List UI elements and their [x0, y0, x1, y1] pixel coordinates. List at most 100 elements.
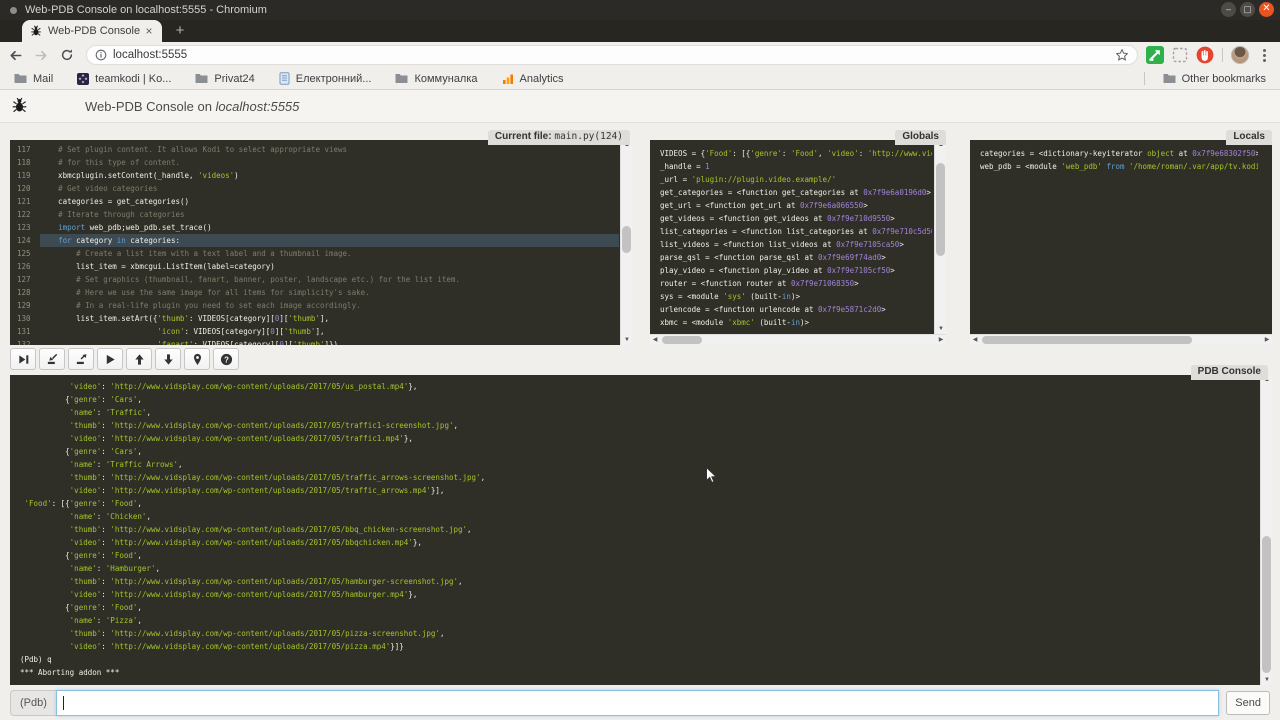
- url-text[interactable]: localhost:5555: [113, 49, 1115, 61]
- code-line: 122 # Iterate through categories: [10, 208, 619, 221]
- tab-close-icon[interactable]: ×: [142, 24, 156, 38]
- globals-vertical-scrollbar[interactable]: ▲ ▼: [934, 140, 946, 334]
- screen: Web-PDB Console on localhost:5555 - Chro…: [0, 0, 1280, 720]
- code-line: 118 # for this type of content.: [10, 156, 619, 169]
- console-line: 'thumb': 'http://www.vidsplay.com/wp-con…: [20, 419, 1256, 432]
- console-line: 'thumb': 'http://www.vidsplay.com/wp-con…: [20, 575, 1256, 588]
- address-bar[interactable]: localhost:5555: [86, 45, 1138, 65]
- reload-icon[interactable]: [56, 44, 78, 66]
- up-button[interactable]: [126, 348, 152, 370]
- pdb-prompt-label: (Pdb): [10, 690, 56, 716]
- bookmark-label: teamkodi | Ko...: [95, 73, 171, 85]
- console-line: 'thumb': 'http://www.vidsplay.com/wp-con…: [20, 471, 1256, 484]
- folder-icon: [195, 73, 208, 84]
- code-line: 127 # Set graphics (thumbnail, fanart, b…: [10, 273, 619, 286]
- close-button[interactable]: ✕: [1259, 2, 1274, 17]
- console-line: 'name': 'Traffic',: [20, 406, 1256, 419]
- current-file-panel: 117 # Set plugin content. It allows Kodi…: [10, 140, 632, 345]
- variable-line: parse_qsl = <function parse_qsl at 0x7f9…: [660, 251, 932, 264]
- debugger-toolbar: ?: [10, 348, 239, 370]
- folder-icon: [14, 73, 27, 84]
- code-line: 128 # Here we use the same image for all…: [10, 286, 619, 299]
- toolbar-divider: [1222, 48, 1223, 62]
- bookmark-item[interactable]: Електронний...: [279, 72, 372, 85]
- globals-horizontal-scrollbar[interactable]: ◀ ▶: [650, 334, 946, 345]
- folder-icon: [1163, 73, 1176, 84]
- console-line: {'genre': 'Food',: [20, 549, 1256, 562]
- help-button[interactable]: ?: [213, 348, 239, 370]
- current-file-chip: Current file: main.py(124): [488, 130, 630, 145]
- tab-favicon-bug-icon: [30, 25, 42, 37]
- page-title: Web-PDB Console on localhost:5555: [85, 99, 299, 114]
- variable-line: _handle = 1: [660, 160, 932, 173]
- profile-avatar[interactable]: [1231, 46, 1249, 64]
- folder-icon: [395, 73, 408, 84]
- down-button[interactable]: [155, 348, 181, 370]
- bookmark-item[interactable]: Analytics: [502, 73, 564, 85]
- code-line: 130 list_item.setArt({'thumb': VIDEOS[ca…: [10, 312, 619, 325]
- arrow-down-icon: [162, 353, 175, 366]
- command-input[interactable]: [56, 690, 1219, 716]
- locals-variables: categories = <dictionary-keyiterator obj…: [980, 147, 1258, 333]
- extension-red-hand-icon[interactable]: [1196, 46, 1214, 64]
- browser-tab[interactable]: Web-PDB Console on loca ×: [22, 20, 162, 42]
- console-line: 'name': 'Hamburger',: [20, 562, 1256, 575]
- step-into-icon: [46, 353, 59, 366]
- kodi-icon: [77, 73, 89, 85]
- console-line: 'Food': [{'genre': 'Food',: [20, 497, 1256, 510]
- bookmark-label: Privat24: [214, 73, 254, 85]
- console-line: 'video': 'http://www.vidsplay.com/wp-con…: [20, 380, 1256, 393]
- variable-line: xbmc = <module 'xbmc' (built-in)>: [660, 316, 932, 329]
- send-button[interactable]: Send: [1226, 691, 1270, 715]
- other-bookmarks-button[interactable]: Other bookmarks: [1163, 73, 1266, 85]
- return-button[interactable]: [68, 348, 94, 370]
- minimize-button[interactable]: –: [1221, 2, 1236, 17]
- bookmark-item[interactable]: teamkodi | Ko...: [77, 73, 171, 85]
- new-tab-button[interactable]: +: [170, 22, 190, 40]
- bookmark-item[interactable]: Privat24: [195, 73, 254, 85]
- browser-toolbar: localhost:5555: [0, 42, 1280, 68]
- console-line: *** Aborting addon ***: [20, 666, 1256, 679]
- source-code: 117 # Set plugin content. It allows Kodi…: [10, 143, 619, 345]
- step-next-icon: [17, 353, 30, 366]
- code-vertical-scrollbar[interactable]: ▲ ▼: [620, 140, 632, 345]
- next-button[interactable]: [10, 348, 36, 370]
- console-line: 'thumb': 'http://www.vidsplay.com/wp-con…: [20, 523, 1256, 536]
- console-line: 'name': 'Chicken',: [20, 510, 1256, 523]
- variable-line: get_url = <function get_url at 0x7f9e6a0…: [660, 199, 932, 212]
- continue-icon: [104, 353, 117, 366]
- console-line: {'genre': 'Cars',: [20, 445, 1256, 458]
- continue-button[interactable]: [97, 348, 123, 370]
- back-icon[interactable]: [4, 44, 26, 66]
- console-line: 'video': 'http://www.vidsplay.com/wp-con…: [20, 536, 1256, 549]
- bookmarks-divider: [1144, 72, 1145, 85]
- variable-line: list_videos = <function list_videos at 0…: [660, 238, 932, 251]
- where-button[interactable]: [184, 348, 210, 370]
- bookmark-star-icon[interactable]: [1115, 48, 1129, 62]
- tab-title: Web-PDB Console on loca: [48, 25, 142, 37]
- locals-horizontal-scrollbar[interactable]: ◀ ▶: [970, 334, 1272, 345]
- console-line: 'video': 'http://www.vidsplay.com/wp-con…: [20, 640, 1256, 653]
- browser-menu-icon[interactable]: [1257, 49, 1272, 62]
- bookmark-item[interactable]: Коммуналка: [395, 73, 477, 85]
- console-line: {'genre': 'Cars',: [20, 393, 1256, 406]
- console-line: (Pdb) q: [20, 653, 1256, 666]
- bookmark-item[interactable]: Mail: [14, 73, 53, 85]
- globals-panel: VIDEOS = {'Food': [{'genre': 'Food', 'vi…: [650, 140, 946, 345]
- extension-placeholder-icon[interactable]: [1172, 47, 1188, 63]
- code-line: 131 'icon': VIDEOS[category][0]['thumb']…: [10, 325, 619, 338]
- extension-green-arrow-icon[interactable]: [1146, 46, 1164, 64]
- code-line: 126 list_item = xbmcgui.ListItem(label=c…: [10, 260, 619, 273]
- bookmark-label: Analytics: [520, 73, 564, 85]
- console-line: 'thumb': 'http://www.vidsplay.com/wp-con…: [20, 627, 1256, 640]
- variable-line: get_categories = <function get_categorie…: [660, 186, 932, 199]
- variable-line: play_video = <function play_video at 0x7…: [660, 264, 932, 277]
- site-info-icon[interactable]: [95, 49, 107, 61]
- code-line: 121 categories = get_categories(): [10, 195, 619, 208]
- step-button[interactable]: [39, 348, 65, 370]
- variable-line: _url = 'plugin://plugin.video.example/': [660, 173, 932, 186]
- variable-line: sys = <module 'sys' (built-in)>: [660, 290, 932, 303]
- console-vertical-scrollbar[interactable]: ▲ ▼: [1260, 375, 1272, 685]
- maximize-button[interactable]: ▢: [1240, 2, 1255, 17]
- variable-line: categories = <dictionary-keyiterator obj…: [980, 147, 1258, 160]
